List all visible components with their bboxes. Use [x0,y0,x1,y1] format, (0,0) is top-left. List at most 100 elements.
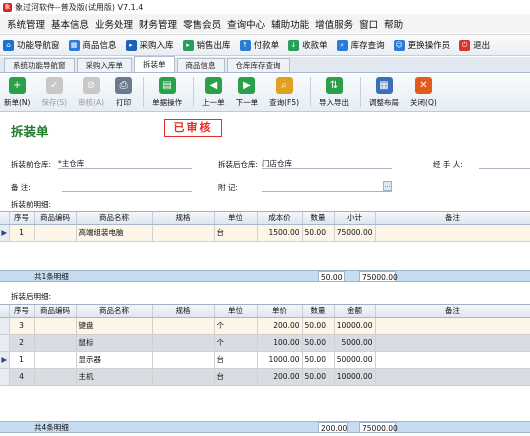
header-name[interactable]: 商品名称 [76,212,153,225]
cell-amount[interactable]: 5000.00 [334,334,376,352]
cell-qty[interactable]: 50.00 [302,368,335,386]
cell-note[interactable] [375,224,530,242]
query-button[interactable]: ⌕ 查询(F5) [269,77,299,108]
menu-system[interactable]: 系统管理 [7,17,45,31]
tab-purchase-in[interactable]: 采购入库单 [76,58,132,72]
cell-name[interactable]: 鼠标 [76,334,153,352]
new-button[interactable]: + 新单(N) [4,77,30,108]
cell-amount[interactable]: 50000.00 [334,351,376,369]
header-seq[interactable]: 序号 [9,212,35,225]
cell-unit[interactable]: 个 [214,317,258,335]
header-unit[interactable]: 单位 [214,305,258,318]
menu-window[interactable]: 窗口 [359,17,378,31]
cell-name[interactable]: 键盘 [76,317,153,335]
cell-qty[interactable]: 50.00 [302,334,335,352]
cell-amount[interactable]: 10000.00 [334,317,376,335]
table-row[interactable]: 3 键盘 个 200.00 50.00 10000.00 [0,317,530,335]
cell-note[interactable] [375,317,530,335]
cell-price[interactable]: 1000.00 [257,351,303,369]
header-spec[interactable]: 规格 [152,305,215,318]
approve-button[interactable]: ⊘ 审核(A) [78,77,104,108]
table-row[interactable]: 2 鼠标 个 100.00 50.00 5000.00 [0,334,530,352]
cell-note[interactable] [375,351,530,369]
handler-field[interactable] [479,158,530,169]
cell-name[interactable]: 高端组装电脑 [76,224,153,242]
header-note[interactable]: 备注 [375,305,530,318]
tab-system-navigation[interactable]: 系统功能导航窗 [4,58,75,72]
header-unit[interactable]: 单位 [214,212,258,225]
next-button[interactable]: ▶ 下一单 [236,77,258,108]
cell-subtotal[interactable]: 75000.00 [334,224,376,242]
quick-exit-button[interactable]: ⏻ 退出 [459,39,490,51]
tab-assembly-disassembly[interactable]: 拆装单 [134,56,175,72]
cell-qty[interactable]: 50.00 [302,224,335,242]
quick-stock-query-button[interactable]: ⌕ 库存查询 [336,39,385,51]
previous-button[interactable]: ◀ 上一单 [202,77,225,108]
header-note[interactable]: 备注 [375,212,530,225]
import-export-button[interactable]: ⇅ 导入导出 [319,77,349,108]
cell-unit[interactable]: 个 [214,334,258,352]
cell-code[interactable] [34,317,77,335]
table-row[interactable]: ▶ 1 高端组装电脑 台 1500.00 50.00 75000.00 [0,224,530,242]
header-subtotal[interactable]: 小计 [334,212,376,225]
tab-product-info[interactable]: 商品信息 [176,58,225,72]
document-ops-button[interactable]: ▤ 单据操作 [152,77,182,108]
cell-qty[interactable]: 50.00 [302,317,335,335]
tab-warehouse-stock-query[interactable]: 仓库库存查询 [226,58,290,72]
cell-seq[interactable]: 2 [9,334,35,352]
cell-code[interactable] [34,368,77,386]
cell-name[interactable]: 主机 [76,368,153,386]
header-code[interactable]: 商品编码 [34,305,77,318]
layout-button[interactable]: ▦ 调整布局 [369,77,399,108]
cell-spec[interactable] [152,334,215,352]
menu-value-added[interactable]: 增值服务 [315,17,353,31]
header-qty[interactable]: 数量 [302,212,335,225]
quick-receipt-button[interactable]: ↓ 收款单 [288,39,328,51]
quick-switch-user-button[interactable]: ☺ 更换操作员 [393,39,450,51]
header-spec[interactable]: 规格 [152,212,215,225]
cell-amount[interactable]: 10000.00 [334,368,376,386]
header-amount[interactable]: 金额 [334,305,376,318]
table-row[interactable]: ▶ 1 显示器 台 1000.00 50.00 50000.00 [0,351,530,369]
menu-retail-member[interactable]: 零售会员 [183,17,221,31]
cell-spec[interactable] [152,351,215,369]
quick-sales-out-button[interactable]: ▸ 销售出库 [182,39,231,51]
cell-seq[interactable]: 3 [9,317,35,335]
attachment-picker-button[interactable]: … [383,181,392,191]
close-button[interactable]: ✕ 关闭(Q) [410,77,437,108]
header-qty[interactable]: 数量 [302,305,335,318]
header-name[interactable]: 商品名称 [76,305,153,318]
header-cost[interactable]: 成本价 [257,212,303,225]
remark-field[interactable] [62,181,192,192]
cell-spec[interactable] [152,317,215,335]
cell-price[interactable]: 200.00 [257,368,303,386]
cell-qty[interactable]: 50.00 [302,351,335,369]
cell-spec[interactable] [152,224,215,242]
cell-price[interactable]: 100.00 [257,334,303,352]
cell-unit[interactable]: 台 [214,351,258,369]
quick-purchase-in-button[interactable]: ▸ 采购入库 [125,39,174,51]
print-button[interactable]: ⎙ 打印 [115,77,133,108]
cell-price[interactable]: 200.00 [257,317,303,335]
cell-code[interactable] [34,351,77,369]
cell-seq[interactable]: 1 [9,224,35,242]
cell-cost[interactable]: 1500.00 [257,224,303,242]
cell-spec[interactable] [152,368,215,386]
table-row[interactable]: 4 主机 台 200.00 50.00 10000.00 [0,368,530,386]
menu-query-center[interactable]: 查询中心 [227,17,265,31]
cell-seq[interactable]: 4 [9,368,35,386]
before-warehouse-field[interactable]: *主仓库 [58,158,192,169]
header-seq[interactable]: 序号 [9,305,35,318]
after-warehouse-field[interactable]: 门店仓库 [262,158,392,169]
header-price[interactable]: 单价 [257,305,303,318]
save-button[interactable]: ✓ 保存(S) [41,77,67,108]
cell-name[interactable]: 显示器 [76,351,153,369]
cell-note[interactable] [375,368,530,386]
menu-finance[interactable]: 财务管理 [139,17,177,31]
quick-nav-window-button[interactable]: ⌂ 功能导航窗 [3,39,60,51]
menu-help[interactable]: 帮助 [384,17,403,31]
attachment-field[interactable]: … [262,181,392,192]
menu-aux-functions[interactable]: 辅助功能 [271,17,309,31]
header-code[interactable]: 商品编码 [34,212,77,225]
cell-unit[interactable]: 台 [214,368,258,386]
